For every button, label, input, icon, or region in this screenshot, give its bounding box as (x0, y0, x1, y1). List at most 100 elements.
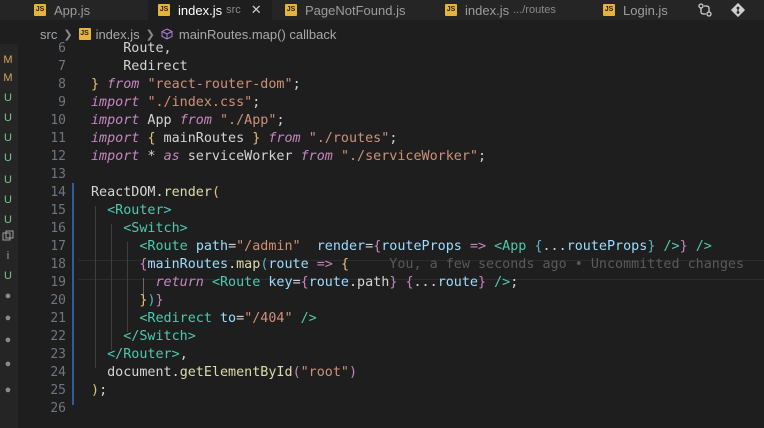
tab-app-js[interactable]: JS App.js (34, 0, 90, 20)
code-line[interactable]: } from "react-router-dom"; (91, 76, 301, 94)
code-line[interactable]: Route, (91, 40, 172, 58)
git-status-untracked: U (4, 214, 12, 226)
code-token: .path (349, 275, 390, 290)
js-file-icon: JS (34, 4, 46, 16)
line-number: 19 (50, 275, 66, 290)
code-token: /> (695, 239, 712, 254)
code-token: <Route (211, 275, 261, 290)
code-token: route (308, 275, 349, 290)
line-number: 25 (50, 383, 66, 398)
code-token: } (155, 293, 164, 308)
code-token: getElementById (179, 365, 293, 380)
code-token: <Switch> (123, 221, 188, 236)
copy-icon (2, 230, 14, 241)
code-line[interactable]: import { mainRoutes } from "./routes"; (91, 130, 397, 148)
git-status-untracked: U (4, 194, 12, 206)
code-token: ; (99, 383, 108, 398)
code-token: => (469, 239, 487, 254)
code-line[interactable]: import * as serviceWorker from "./servic… (91, 148, 486, 166)
code-line[interactable]: </Router>, (91, 346, 188, 364)
code-token: ; (252, 95, 261, 110)
compare-changes-icon[interactable] (698, 0, 712, 20)
tab-login-js[interactable]: JS Login.js (603, 0, 668, 20)
code-token: } (679, 239, 688, 254)
tab-label: PageNotFound.js (305, 2, 406, 18)
code-token: map (236, 257, 261, 272)
git-status-modified: M (3, 72, 13, 84)
chevron-right-icon: ❯ (63, 28, 73, 41)
code-token: "./App" (220, 113, 277, 128)
code-line[interactable]: ); (91, 382, 107, 400)
line-number: 22 (50, 329, 66, 344)
dot-icon: ● (4, 358, 12, 370)
tab-index-js-src[interactable]: JS index.js src ✕ (148, 0, 272, 20)
code-line[interactable]: import App from "./App"; (91, 112, 285, 130)
git-status-untracked: U (4, 152, 12, 164)
code-line[interactable]: </Switch> (91, 328, 196, 346)
code-token: import (91, 149, 140, 164)
code-line[interactable]: document.getElementById("root") (91, 364, 357, 382)
code-token: import (91, 131, 140, 146)
line-number: 15 (50, 203, 66, 218)
code-token: "./index.css" (147, 95, 253, 110)
code-line[interactable]: })} (91, 292, 164, 310)
code-token: = (365, 239, 374, 254)
line-number: 6 (58, 41, 66, 56)
code-token: ; (510, 275, 519, 290)
breadcrumb-symbol[interactable]: mainRoutes.map() callback (179, 27, 337, 42)
tab-index-js-routes[interactable]: JS index.js .../routes (445, 0, 556, 20)
tab-label: index.js (178, 2, 223, 18)
line-number: 24 (50, 365, 66, 380)
code-token: ... (413, 275, 438, 290)
git-status-modified: M (3, 54, 13, 66)
line-number: 8 (58, 77, 66, 92)
code-token: <App (494, 239, 527, 254)
code-line[interactable]: return <Route key={route.path} {...route… (91, 274, 519, 292)
code-line[interactable]: <Redirect to="/404" /> (91, 310, 317, 328)
code-line[interactable]: <Switch> (91, 220, 188, 238)
code-token: /> (300, 311, 317, 326)
code-line[interactable]: Redirect (91, 58, 188, 76)
close-icon[interactable]: ✕ (251, 2, 262, 18)
code-token: mainRoutes (155, 131, 253, 146)
line-number: 18 (50, 257, 66, 272)
code-token: route (437, 275, 478, 290)
info-icon: i (6, 250, 10, 262)
code-token: ; (292, 77, 301, 92)
code-line[interactable]: import "./index.css"; (91, 94, 260, 112)
line-number: 11 (50, 131, 66, 146)
code-token: ... (542, 239, 567, 254)
code-token: document. (91, 365, 180, 380)
code-line[interactable]: <Router> (91, 202, 172, 220)
code-token: as (163, 149, 180, 164)
code-token: Redirect (91, 59, 188, 74)
git-diamond-icon[interactable] (730, 0, 746, 20)
code-token: Route, (91, 41, 172, 56)
code-line[interactable]: ReactDOM.render( (91, 184, 220, 202)
code-token: "/404" (244, 311, 293, 326)
code-token: import (91, 113, 140, 128)
js-file-icon: JS (445, 4, 457, 16)
tab-pagenotfound-js[interactable]: JS PageNotFound.js (285, 0, 405, 20)
code-token: return (155, 275, 204, 290)
line-number: 26 (50, 401, 66, 416)
git-blame-annotation: You, a few seconds ago • Uncommitted cha… (349, 257, 745, 272)
code-line[interactable]: {mainRoutes.map(route => { You, a few se… (91, 256, 744, 274)
code-line[interactable]: <Route path="/admin" render={routeProps … (91, 238, 712, 256)
code-token: /> (663, 239, 680, 254)
code-token: "./serviceWorker" (340, 149, 478, 164)
code-token: path (195, 239, 229, 254)
code-token: , (179, 347, 188, 362)
